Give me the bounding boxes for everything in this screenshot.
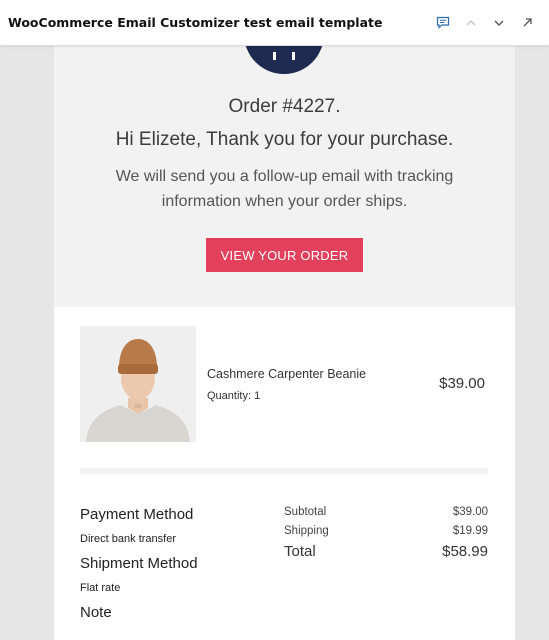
payment-method-title: Payment Method — [80, 506, 194, 523]
shipment-method-value: Flat rate — [80, 582, 121, 594]
subtotal-row: Subtotal $39.00 — [284, 506, 488, 518]
email-template: Order #4227. Hi Elizete, Thank you for y… — [54, 46, 515, 640]
note-title: Note — [80, 604, 112, 621]
order-details: Cashmere Carpenter Beanie Quantity: 1 $3… — [54, 307, 515, 640]
shipping-label: Shipping — [284, 525, 329, 537]
total-label: Total — [284, 543, 316, 560]
product-quantity: Quantity: 1 — [207, 390, 261, 402]
window-title-bar: WooCommerce Email Customizer test email … — [0, 0, 549, 46]
chevron-down-icon[interactable] — [485, 9, 513, 37]
view-order-button[interactable]: VIEW YOUR ORDER — [206, 238, 363, 272]
subtotal-value: $39.00 — [452, 506, 488, 518]
order-number: Order #4227. — [228, 96, 341, 117]
email-preview-viewport[interactable]: Order #4227. Hi Elizete, Thank you for y… — [0, 46, 549, 640]
payment-method-value: Direct bank transfer — [80, 533, 176, 545]
shipment-method-title: Shipment Method — [80, 555, 198, 572]
email-header: Order #4227. Hi Elizete, Thank you for y… — [54, 46, 515, 307]
shipping-row: Shipping $19.99 — [284, 525, 488, 537]
total-row: Total $58.99 — [284, 543, 488, 560]
product-price: $39.00 — [439, 375, 485, 392]
section-divider — [80, 468, 488, 474]
subtotal-label: Subtotal — [284, 506, 327, 518]
open-external-icon[interactable] — [513, 9, 541, 37]
product-image[interactable] — [80, 326, 196, 442]
title-bar-actions — [429, 9, 541, 37]
followup-message: We will send you a follow-up email with … — [115, 168, 454, 210]
shipping-value: $19.99 — [452, 525, 488, 537]
window-title: WooCommerce Email Customizer test email … — [8, 15, 383, 30]
comment-icon[interactable] — [429, 9, 457, 37]
chevron-up-icon[interactable] — [457, 9, 485, 37]
store-logo — [244, 46, 324, 74]
product-name[interactable]: Cashmere Carpenter Beanie — [207, 367, 366, 381]
scrollbar-track[interactable] — [535, 46, 549, 640]
total-value: $58.99 — [442, 543, 488, 560]
thank-you-heading: Hi Elizete, Thank you for your purchase. — [115, 129, 454, 150]
